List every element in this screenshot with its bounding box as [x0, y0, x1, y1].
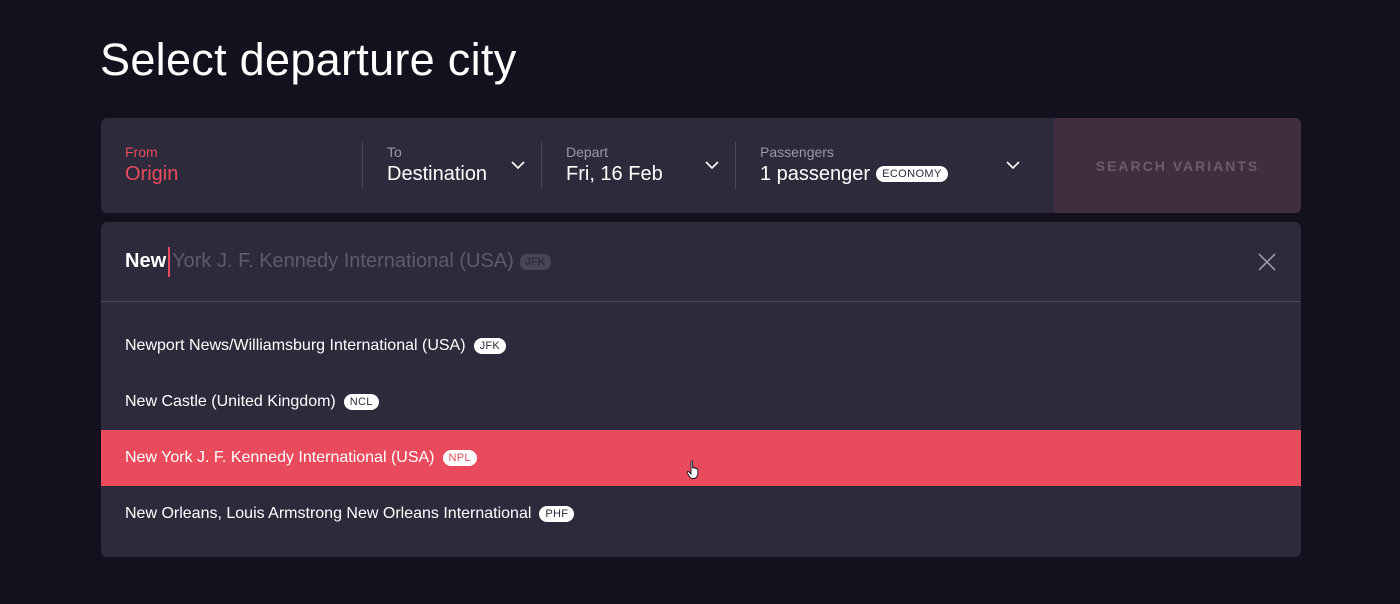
passengers-field[interactable]: Passengers 1 passenger ECONOMY: [736, 118, 1054, 213]
result-name: New Castle (United Kingdom): [125, 393, 336, 410]
close-icon[interactable]: [1257, 252, 1277, 272]
passengers-value: 1 passenger: [760, 163, 871, 185]
results-list: Newport News/Williamsburg International …: [101, 302, 1301, 542]
hint-code-badge: JFK: [519, 253, 551, 270]
chevron-down-icon: [1006, 158, 1020, 172]
result-name: New Orleans, Louis Armstrong New Orleans…: [125, 505, 532, 522]
autocomplete-hint: York J. F. Kennedy International (USA): [172, 250, 514, 272]
airport-code-badge: NPL: [442, 450, 477, 466]
city-search-input[interactable]: New York J. F. Kennedy International (US…: [101, 222, 1301, 302]
list-item[interactable]: New Castle (United Kingdom) NCL: [101, 374, 1301, 430]
from-value: Origin: [125, 163, 179, 185]
from-field[interactable]: From Origin: [101, 118, 362, 213]
cabin-class-badge: ECONOMY: [876, 166, 948, 182]
airport-code-badge: JFK: [473, 338, 507, 354]
list-item[interactable]: Newport News/Williamsburg International …: [101, 318, 1301, 374]
list-item[interactable]: New Orleans, Louis Armstrong New Orleans…: [101, 486, 1301, 542]
chevron-down-icon: [705, 158, 719, 172]
search-variants-button[interactable]: SEARCH VARIANTS: [1054, 118, 1301, 213]
page-title: Select departure city: [100, 34, 517, 85]
airport-code-badge: NCL: [343, 394, 379, 410]
to-field[interactable]: To Destination: [363, 118, 541, 213]
city-autocomplete-panel: New York J. F. Kennedy International (US…: [101, 222, 1301, 557]
flight-search-bar: From Origin To Destination Depart Fri, 1…: [101, 118, 1301, 213]
airport-code-badge: PHF: [539, 506, 575, 522]
hand-pointer-icon: [686, 460, 702, 480]
chevron-down-icon: [511, 158, 525, 172]
result-name: Newport News/Williamsburg International …: [125, 337, 466, 354]
from-label: From: [125, 144, 158, 160]
list-item-highlighted[interactable]: New York J. F. Kennedy International (US…: [101, 430, 1301, 486]
result-name: New York J. F. Kennedy International (US…: [125, 449, 435, 466]
text-caret: [168, 246, 171, 277]
depart-field[interactable]: Depart Fri, 16 Feb: [542, 118, 735, 213]
typed-query: New: [125, 250, 167, 272]
